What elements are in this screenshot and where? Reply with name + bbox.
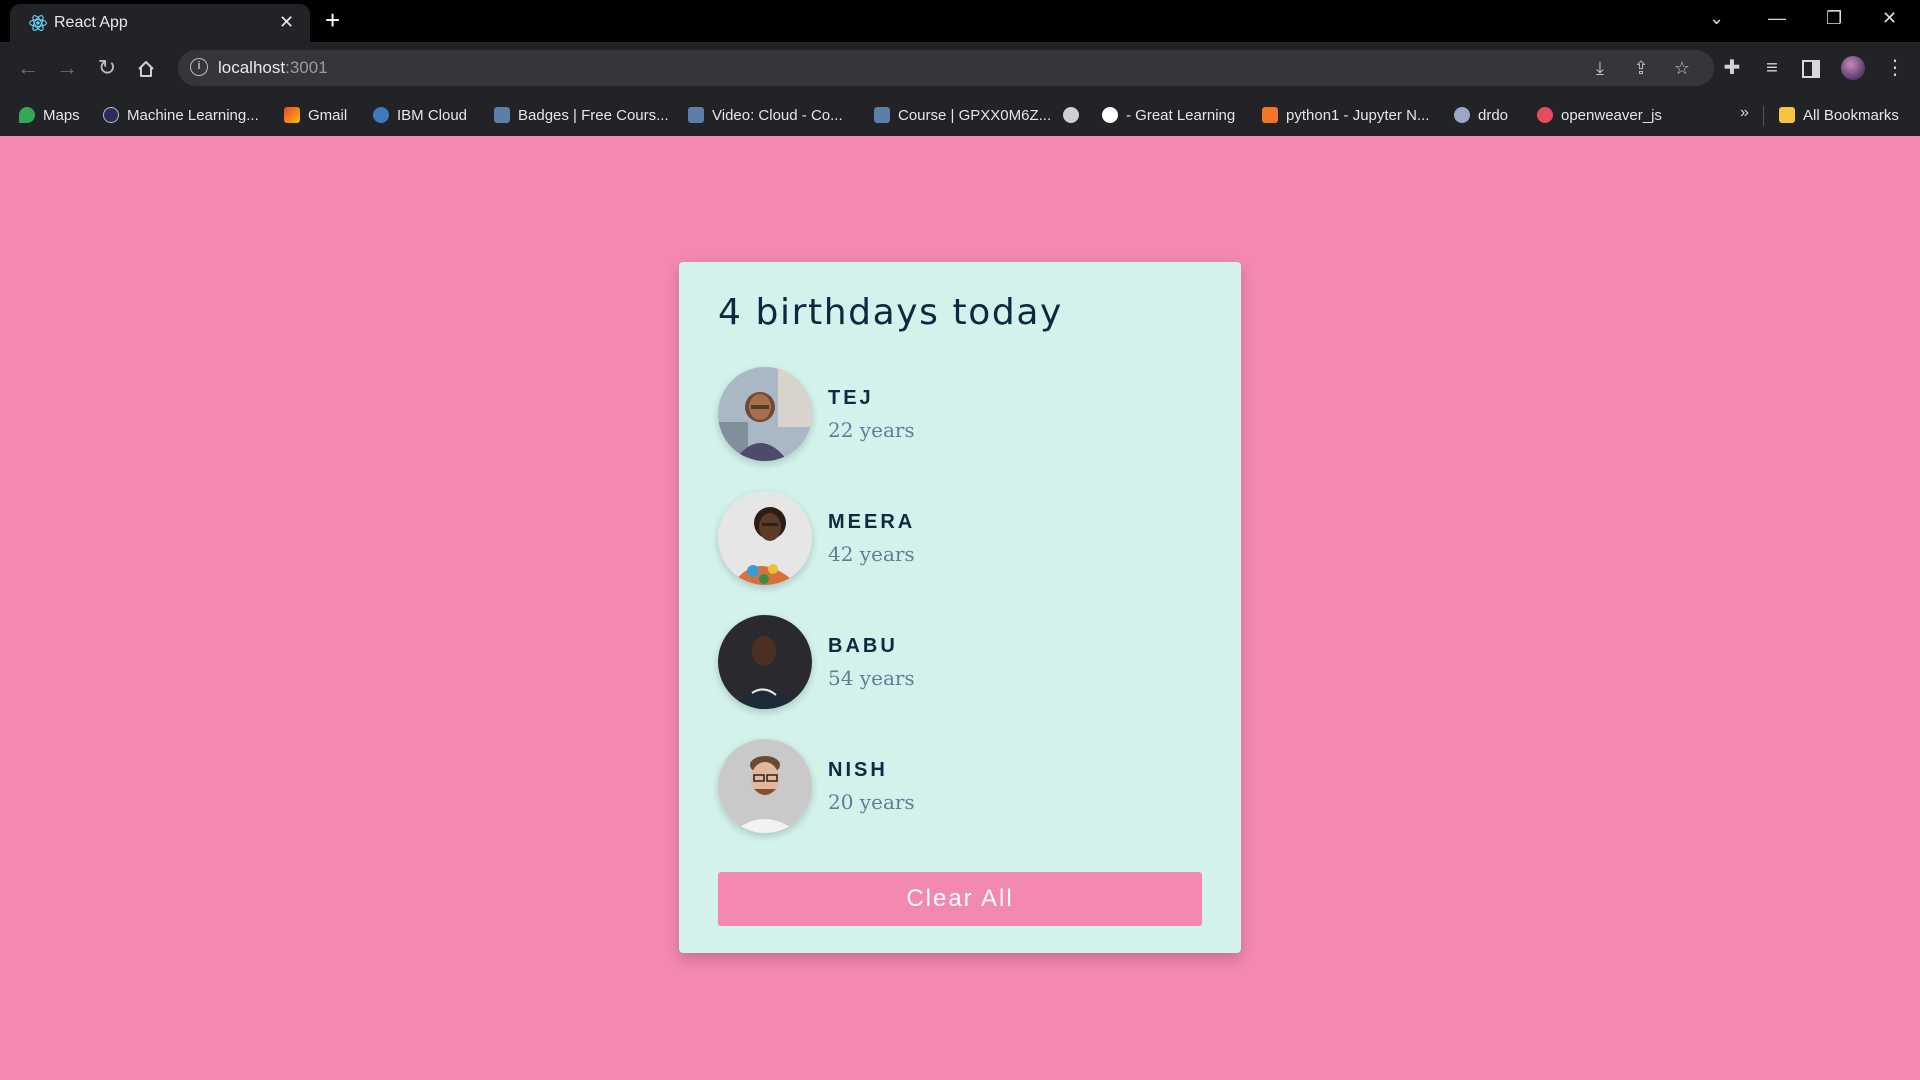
install-app-icon[interactable]: ⤓	[1588, 56, 1612, 80]
gmail-icon	[284, 107, 300, 123]
video-icon	[688, 107, 704, 123]
person-item: NISH 20 years	[718, 739, 1198, 833]
person-age: 54 years	[828, 666, 915, 690]
new-tab-icon[interactable]: +	[325, 7, 340, 33]
bookmark-item[interactable]: openweaver_js	[1537, 104, 1662, 126]
avatar	[718, 615, 812, 709]
person-item: MEERA 42 years	[718, 491, 1198, 585]
bookmark-item[interactable]: Maps	[19, 104, 80, 126]
tab-title: React App	[54, 14, 128, 31]
address-bar[interactable]: i localhost:3001 ⤓ ⇪ ☆	[178, 50, 1714, 86]
course-icon	[874, 107, 890, 123]
side-panel-icon[interactable]	[1802, 60, 1820, 78]
close-window-icon[interactable]: ✕	[1882, 6, 1897, 30]
tab-strip: React App ✕ + ⌄ — ❐ ✕	[0, 0, 1920, 42]
react-logo-icon	[29, 15, 47, 31]
media-control-icon[interactable]: ≡	[1758, 54, 1786, 82]
avatar	[718, 491, 812, 585]
menu-kebab-icon[interactable]: ⋮	[1881, 54, 1909, 82]
person-name: TEJ	[828, 387, 874, 409]
avatar	[718, 367, 812, 461]
bookmark-item[interactable]: Badges | Free Cours...	[494, 104, 669, 126]
profile-avatar[interactable]	[1841, 56, 1865, 80]
share-icon[interactable]: ⇪	[1629, 56, 1653, 80]
more-bookmarks-icon[interactable]: »	[1740, 104, 1749, 122]
forward-icon[interactable]: →	[53, 54, 81, 82]
bookmark-item[interactable]: Video: Cloud - Co...	[688, 104, 843, 126]
person-age: 20 years	[828, 790, 915, 814]
home-icon[interactable]	[136, 59, 156, 79]
reload-icon[interactable]: ↻	[93, 54, 121, 82]
bookmark-item[interactable]: python1 - Jupyter N...	[1262, 104, 1429, 126]
bookmark-item[interactable]	[1063, 104, 1087, 126]
bookmarks-divider	[1763, 106, 1764, 126]
person-name: NISH	[828, 759, 888, 781]
bookmark-item[interactable]: drdo	[1454, 104, 1508, 126]
restore-icon[interactable]: ❐	[1826, 6, 1842, 30]
google-icon	[1102, 107, 1118, 123]
site-info-icon[interactable]: i	[190, 58, 208, 76]
bookmark-star-icon[interactable]: ☆	[1670, 56, 1694, 80]
person-age: 22 years	[828, 418, 915, 442]
globe-icon	[1063, 107, 1079, 123]
bookmarks-bar: Maps Machine Learning... Gmail IBM Cloud…	[0, 94, 1920, 136]
back-icon[interactable]: ←	[14, 54, 42, 82]
all-bookmarks-folder[interactable]: All Bookmarks	[1779, 104, 1899, 126]
ibm-cloud-icon	[373, 107, 389, 123]
badge-icon	[494, 107, 510, 123]
bookmark-item[interactable]: Course | GPXX0M6Z...	[874, 104, 1051, 126]
person-item: BABU 54 years	[718, 615, 1198, 709]
ml-icon	[103, 107, 119, 123]
person-age: 42 years	[828, 542, 915, 566]
browser-tab[interactable]: React App ✕	[10, 4, 310, 42]
minimize-icon[interactable]: —	[1768, 6, 1786, 30]
bookmark-item[interactable]: IBM Cloud	[373, 104, 467, 126]
clear-all-button[interactable]: Clear All	[718, 872, 1202, 926]
avatar	[718, 739, 812, 833]
bookmark-item[interactable]: Machine Learning...	[103, 104, 259, 126]
person-item: TEJ 22 years	[718, 367, 1198, 461]
page-title: 4 birthdays today	[718, 292, 1063, 333]
drdo-icon	[1454, 107, 1470, 123]
maps-icon	[19, 107, 35, 123]
person-name: BABU	[828, 635, 898, 657]
jupyter-icon	[1262, 107, 1278, 123]
person-name: MEERA	[828, 511, 916, 533]
bookmark-item[interactable]: Gmail	[284, 104, 347, 126]
tab-search-icon[interactable]: ⌄	[1709, 6, 1724, 30]
browser-toolbar: ← → ↻ i localhost:3001 ⤓ ⇪ ☆ ✚ ≡ ⋮	[0, 42, 1920, 94]
bookmark-item[interactable]: - Great Learning	[1102, 104, 1235, 126]
openweaver-icon	[1537, 107, 1553, 123]
extensions-icon[interactable]: ✚	[1718, 54, 1746, 82]
url-text[interactable]: localhost:3001	[218, 58, 328, 78]
close-tab-icon[interactable]: ✕	[279, 12, 294, 32]
folder-icon	[1779, 107, 1795, 123]
birthday-card: 4 birthdays today TEJ 22 years MEERA 42 …	[679, 262, 1241, 953]
